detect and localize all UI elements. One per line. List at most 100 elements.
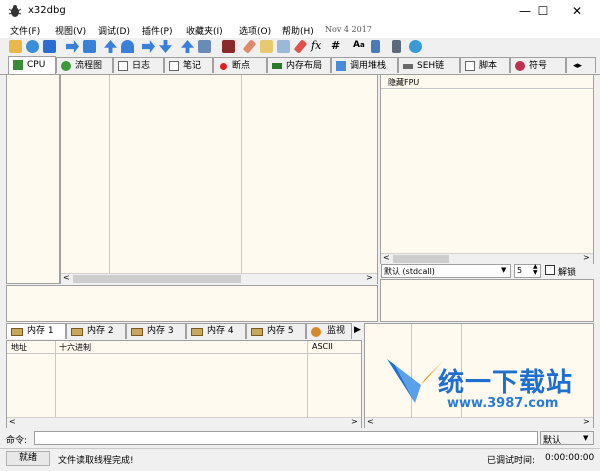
run-icon[interactable] bbox=[66, 40, 79, 53]
tab-label: SEH链 bbox=[417, 61, 445, 71]
symbols-icon bbox=[515, 61, 525, 71]
tab-script[interactable]: 脚本 bbox=[460, 57, 510, 73]
tab-call-stack[interactable]: 调用堆栈 bbox=[331, 57, 398, 73]
menu-bar: 文件(F) 视图(V) 调试(D) 插件(P) 收藏夹(I) 选项(O) 帮助(… bbox=[0, 22, 600, 38]
unlock-checkbox[interactable] bbox=[545, 265, 555, 275]
tab-memory-map[interactable]: 内存布局 bbox=[267, 57, 331, 73]
dump-tab-bar: 内存 1 内存 2 内存 3 内存 4 内存 5 监视 ▶ bbox=[6, 323, 362, 339]
scroll-right-icon[interactable]: > bbox=[366, 273, 373, 282]
run-to-user-icon[interactable] bbox=[142, 40, 155, 53]
bookmarks-icon[interactable] bbox=[293, 39, 308, 54]
tab-more-icon[interactable]: ▶ bbox=[354, 325, 361, 335]
open-icon[interactable] bbox=[9, 40, 22, 53]
tab-cpu[interactable]: CPU bbox=[8, 56, 56, 74]
dump-pane[interactable]: 地址 十六进制 ASCII < > bbox=[6, 340, 362, 428]
scroll-right-icon[interactable]: > bbox=[583, 417, 590, 426]
labels-icon[interactable] bbox=[277, 40, 290, 53]
maximize-button[interactable]: ☐ bbox=[528, 0, 558, 22]
tab-scroll[interactable]: ◂▸ bbox=[566, 57, 596, 73]
seh-icon bbox=[403, 64, 413, 69]
scroll-right-icon[interactable]: > bbox=[583, 253, 590, 262]
tab-label: 内存 2 bbox=[87, 326, 114, 336]
unlock-label: 解锁 bbox=[558, 268, 577, 278]
menu-options[interactable]: 选项(O) bbox=[239, 24, 271, 37]
chevron-down-icon: ▼ bbox=[501, 266, 507, 274]
step-into-icon[interactable] bbox=[104, 40, 117, 53]
comments-icon[interactable] bbox=[260, 40, 273, 53]
close-button[interactable]: ✕ bbox=[562, 0, 592, 22]
watermark-url: www.3987.com bbox=[447, 396, 559, 411]
patch-icon[interactable] bbox=[242, 39, 257, 54]
command-mode-select[interactable]: 默认 ▼ bbox=[540, 431, 594, 446]
restart-icon[interactable] bbox=[26, 40, 39, 53]
font-icon[interactable]: Aa bbox=[353, 40, 365, 50]
tab-label: 内存 1 bbox=[27, 326, 54, 336]
tab-breakpoints[interactable]: 断点 bbox=[213, 57, 267, 73]
tab-dump-4[interactable]: 内存 4 bbox=[186, 323, 246, 339]
tab-dump-3[interactable]: 内存 3 bbox=[126, 323, 186, 339]
arguments-pane[interactable] bbox=[380, 279, 594, 322]
scroll-thumb[interactable] bbox=[73, 275, 241, 283]
tab-symbols[interactable]: 符号 bbox=[510, 57, 566, 73]
tab-watch[interactable]: 监视 bbox=[306, 323, 352, 339]
menu-debug[interactable]: 调试(D) bbox=[98, 24, 130, 37]
scroll-thumb[interactable] bbox=[393, 255, 449, 263]
menu-plugins[interactable]: 插件(P) bbox=[142, 24, 172, 37]
calling-convention-value: 默认 (stdcall) bbox=[384, 267, 435, 276]
tab-graph[interactable]: 流程图 bbox=[56, 57, 113, 73]
variables-icon[interactable]: # bbox=[331, 39, 340, 52]
tab-label: 内存 5 bbox=[267, 326, 294, 336]
scroll-left-icon[interactable]: < bbox=[367, 417, 374, 426]
tab-dump-5[interactable]: 内存 5 bbox=[246, 323, 306, 339]
info-pane[interactable] bbox=[6, 285, 378, 322]
argument-count-value: 5 bbox=[517, 266, 523, 275]
dump-scrollbar[interactable]: < > bbox=[7, 417, 361, 428]
tab-notes[interactable]: 笔记 bbox=[164, 57, 213, 73]
argument-count-spinbox[interactable]: 5 ▲ ▼ bbox=[514, 264, 541, 278]
stop-record-icon[interactable] bbox=[222, 40, 235, 53]
trace-icon[interactable] bbox=[198, 40, 211, 53]
menu-file[interactable]: 文件(F) bbox=[10, 24, 40, 37]
tab-log[interactable]: 日志 bbox=[113, 57, 164, 73]
column-divider bbox=[55, 341, 56, 417]
hide-fpu-label[interactable]: 隐藏FPU bbox=[388, 77, 419, 88]
spin-arrows-icon[interactable]: ▲ ▼ bbox=[533, 264, 538, 276]
command-bar: 命令: 默认 ▼ bbox=[0, 430, 600, 447]
menu-help[interactable]: 帮助(H) bbox=[282, 24, 314, 37]
settings-icon[interactable] bbox=[371, 40, 380, 53]
scroll-left-icon[interactable]: < bbox=[9, 417, 16, 426]
debug-state-badge: 就绪 bbox=[6, 451, 50, 466]
tab-label: 内存 4 bbox=[207, 326, 234, 336]
tab-dump-1[interactable]: 内存 1 bbox=[6, 323, 66, 339]
execute-till-return-icon[interactable] bbox=[159, 40, 172, 53]
tab-dump-2[interactable]: 内存 2 bbox=[66, 323, 126, 339]
disassembly-scrollbar[interactable]: < > bbox=[61, 273, 377, 284]
close-debug-icon[interactable] bbox=[43, 40, 56, 53]
calculator-icon[interactable] bbox=[392, 40, 401, 53]
globe-icon[interactable] bbox=[409, 40, 422, 53]
scroll-left-icon[interactable]: < bbox=[63, 273, 70, 282]
tab-seh-chain[interactable]: SEH链 bbox=[398, 57, 460, 73]
tab-label: 内存布局 bbox=[286, 61, 323, 71]
animate-into-icon[interactable] bbox=[181, 40, 194, 53]
graph-icon bbox=[61, 61, 71, 71]
pause-icon[interactable] bbox=[83, 40, 96, 53]
menu-view[interactable]: 视图(V) bbox=[55, 24, 86, 37]
calling-convention-select[interactable]: 默认 (stdcall) ▼ bbox=[381, 264, 511, 278]
debug-time-value: 0:00:00:00 bbox=[545, 453, 595, 463]
log-icon bbox=[118, 61, 128, 71]
registers-pane[interactable]: 隐藏FPU < > bbox=[380, 74, 594, 264]
functions-icon[interactable]: fx bbox=[311, 39, 321, 52]
command-input[interactable] bbox=[34, 431, 538, 445]
registers-scrollbar[interactable]: < > bbox=[381, 253, 593, 264]
tab-label: 监视 bbox=[327, 326, 346, 336]
debug-time-label: 已调试时间: bbox=[487, 456, 536, 466]
scroll-right-icon[interactable]: > bbox=[351, 417, 358, 426]
menu-favourites[interactable]: 收藏夹(I) bbox=[186, 24, 223, 37]
cpu-icon bbox=[13, 60, 23, 70]
step-over-icon[interactable] bbox=[121, 40, 134, 53]
scroll-left-icon[interactable]: < bbox=[383, 253, 390, 262]
stack-scrollbar[interactable]: < > bbox=[365, 417, 593, 428]
title-bar: x32dbg — ☐ ✕ bbox=[0, 0, 600, 22]
disassembly-pane[interactable]: < > bbox=[60, 74, 378, 284]
